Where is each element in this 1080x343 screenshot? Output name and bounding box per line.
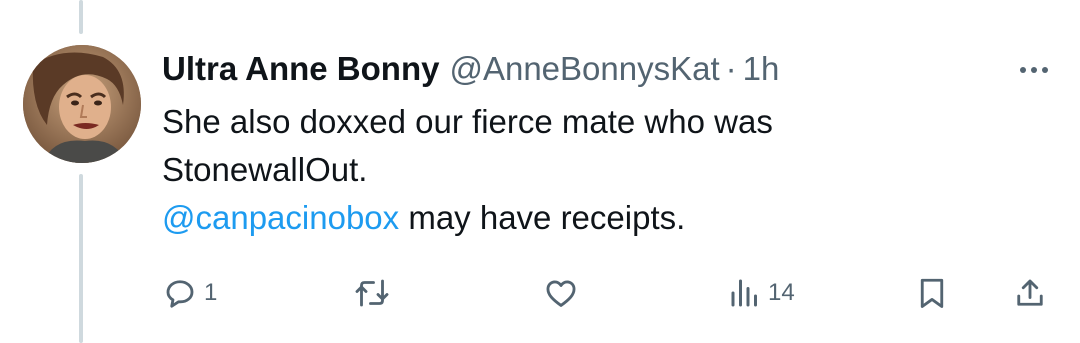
reply-count: 1 (204, 279, 218, 306)
tweet-text-rest: may have receipts. (399, 199, 686, 236)
retweet-button[interactable] (352, 270, 398, 316)
share-button[interactable] (1012, 270, 1048, 316)
action-bar: 1 14 (0, 270, 1080, 316)
reply-button[interactable]: 1 (162, 270, 217, 316)
retweet-icon (352, 275, 392, 311)
thread-line-top (79, 0, 83, 34)
mention-link[interactable]: @canpacinobox (162, 199, 399, 236)
separator-dot: · (725, 50, 737, 87)
views-button[interactable]: 14 (728, 270, 795, 316)
tweet-text: She also doxxed our fierce mate who was … (162, 98, 1042, 242)
tweet-text-line: @canpacinobox may have receipts. (162, 194, 1042, 242)
heart-icon (543, 275, 579, 311)
reply-icon (162, 275, 198, 311)
user-handle[interactable]: @AnneBonnysKat (449, 50, 719, 88)
tweet-header: Ultra Anne Bonny @AnneBonnysKat · 1h (162, 46, 779, 92)
bookmark-icon (915, 275, 949, 311)
display-name[interactable]: Ultra Anne Bonny (162, 50, 439, 88)
bookmark-button[interactable] (915, 270, 949, 316)
thread-line-bottom (79, 174, 83, 343)
views-chart-icon (728, 275, 762, 311)
like-button[interactable] (543, 270, 585, 316)
views-count: 14 (768, 279, 795, 306)
more-dots-icon[interactable] (1014, 60, 1054, 80)
share-icon (1012, 275, 1048, 311)
tweet-text-line: She also doxxed our fierce mate who was (162, 103, 773, 140)
tweet-text-line: StonewallOut. (162, 151, 368, 188)
timestamp[interactable]: 1h (743, 50, 780, 88)
avatar[interactable] (23, 45, 141, 163)
